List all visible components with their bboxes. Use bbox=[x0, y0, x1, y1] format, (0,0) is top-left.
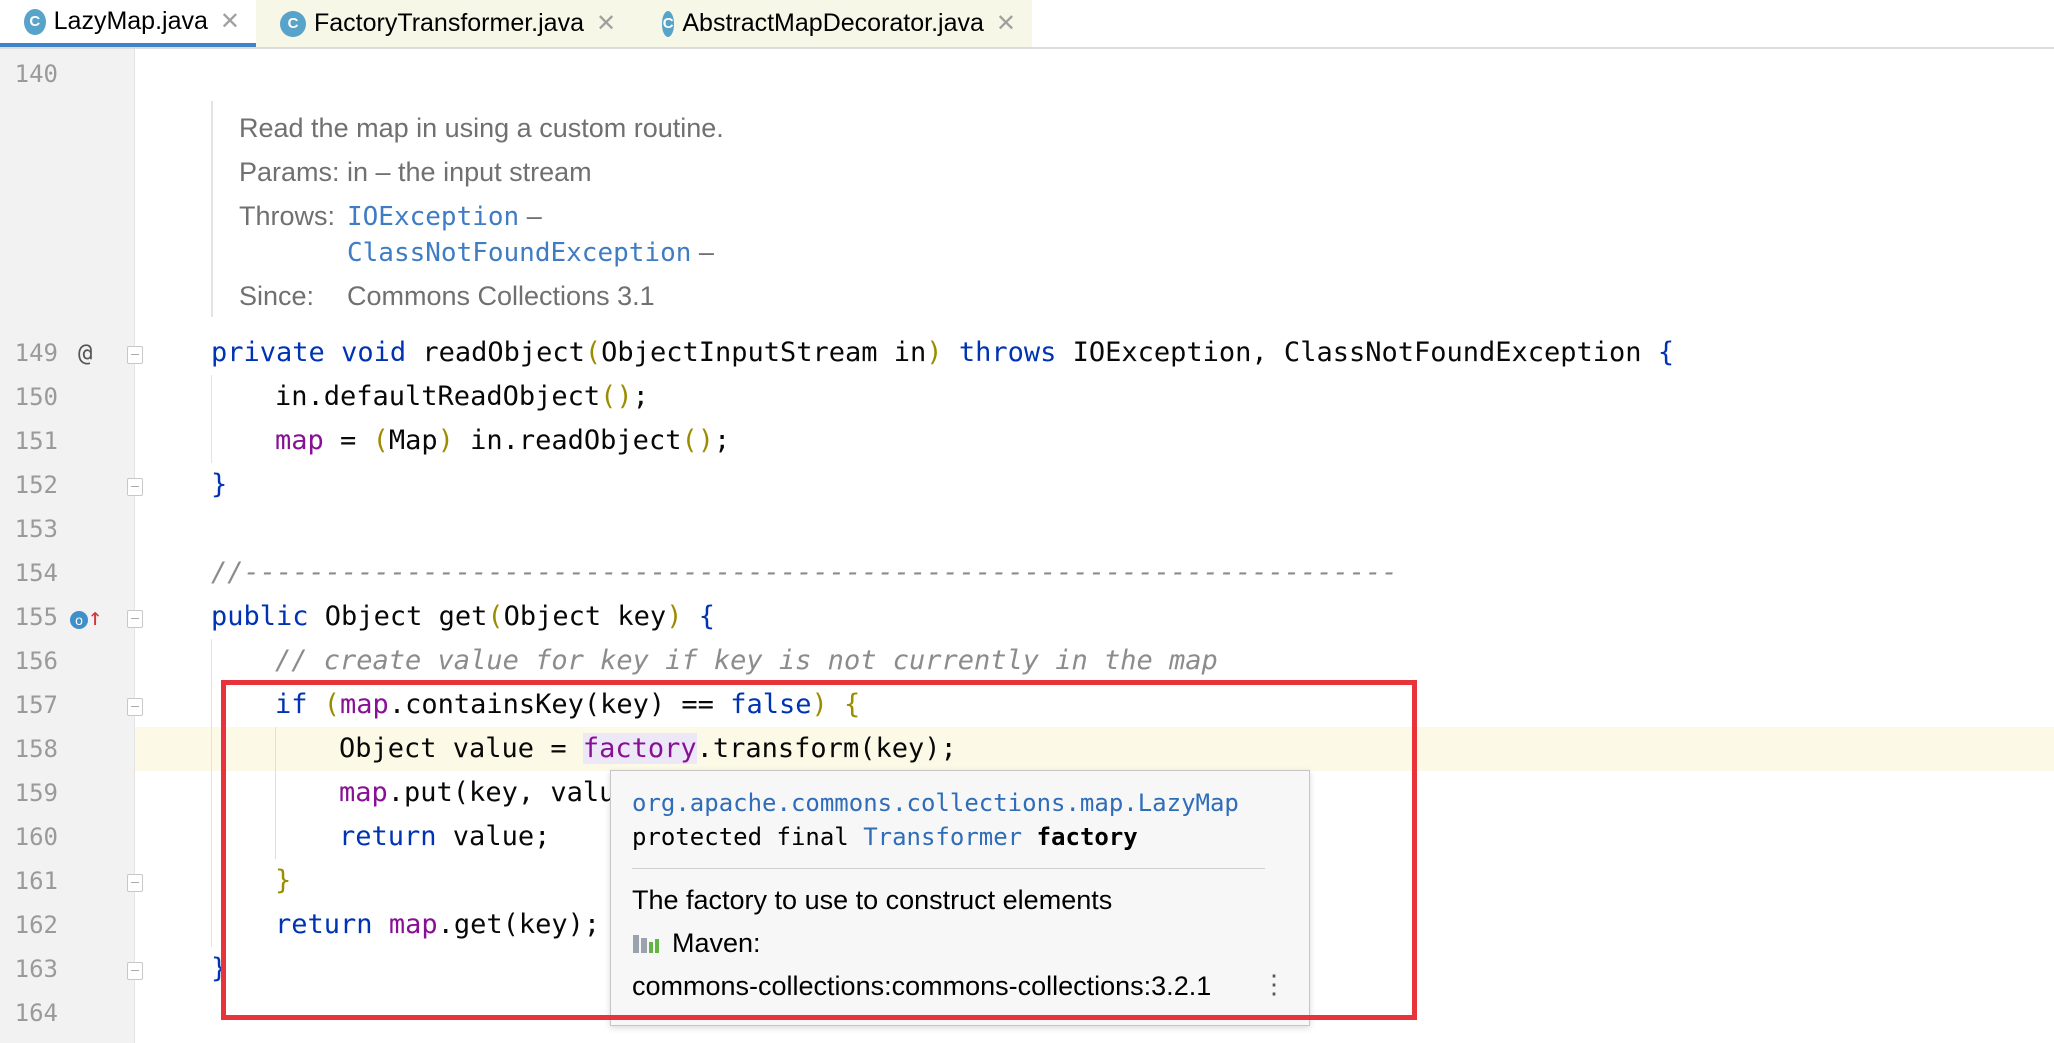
doc-since-value: Commons Collections 3.1 bbox=[347, 281, 655, 311]
tab-label: AbstractMapDecorator.java bbox=[682, 9, 984, 37]
paren: ( bbox=[372, 425, 389, 456]
fold-marker[interactable] bbox=[127, 346, 143, 364]
rendered-javadoc[interactable]: Read the map in using a custom routine. … bbox=[211, 101, 873, 317]
tab-factorytransformer[interactable]: C FactoryTransformer.java ✕ bbox=[256, 0, 638, 47]
class-icon: C bbox=[24, 8, 46, 35]
close-icon[interactable]: ✕ bbox=[220, 7, 240, 36]
keyword: throws bbox=[958, 337, 1057, 368]
line-number: 162 bbox=[14, 911, 58, 939]
line-number: 158 bbox=[14, 735, 58, 763]
tab-label: LazyMap.java bbox=[53, 7, 208, 35]
line-number: 157 bbox=[14, 691, 58, 719]
doc-params-label: Params: bbox=[239, 157, 340, 187]
line-number: 161 bbox=[14, 867, 58, 895]
doc-throws-label: Throws: bbox=[239, 201, 336, 231]
tab-label: FactoryTransformer.java bbox=[314, 9, 584, 37]
line-number: 155 bbox=[14, 603, 58, 631]
class-icon: C bbox=[662, 10, 675, 37]
doc-since-label: Since: bbox=[239, 281, 315, 311]
fold-marker[interactable] bbox=[127, 962, 143, 980]
indent-guide bbox=[211, 639, 212, 947]
line-number: 159 bbox=[14, 779, 58, 807]
line-number: 150 bbox=[14, 383, 58, 411]
paren: ) bbox=[926, 337, 943, 368]
indent-guide bbox=[211, 375, 212, 463]
paren: () bbox=[600, 381, 633, 412]
line-number: 163 bbox=[14, 955, 58, 983]
override-annotation-icon[interactable]: @ bbox=[78, 331, 92, 375]
fold-marker[interactable] bbox=[127, 610, 143, 628]
tab-lazymap[interactable]: C LazyMap.java ✕ bbox=[0, 0, 256, 47]
paren: () bbox=[681, 425, 714, 456]
paren: ( bbox=[487, 601, 504, 632]
line-number: 149 bbox=[14, 339, 58, 367]
paren: ) bbox=[437, 425, 454, 456]
code-line-151[interactable]: map = (Map) in.readObject(); bbox=[275, 419, 730, 463]
fold-marker[interactable] bbox=[127, 478, 143, 496]
tab-abstractmapdecorator[interactable]: C AbstractMapDecorator.java ✕ bbox=[638, 0, 1032, 47]
semicolon: ; bbox=[632, 381, 649, 412]
paren: ) bbox=[666, 601, 683, 632]
line-number: 140 bbox=[14, 60, 58, 88]
line-number: 160 bbox=[14, 823, 58, 851]
doc-dash: – bbox=[526, 201, 542, 231]
doc-summary: Read the map in using a custom routine. bbox=[239, 113, 724, 143]
editor-tab-bar: C LazyMap.java ✕ C FactoryTransformer.ja… bbox=[0, 0, 2054, 49]
implements-method-icon[interactable]: o ↑ bbox=[70, 595, 102, 639]
code-text: = bbox=[323, 425, 373, 456]
code-text: Object get bbox=[308, 601, 488, 632]
field-ref: map bbox=[275, 425, 324, 456]
code-line-154[interactable]: //--------------------------------------… bbox=[211, 551, 1398, 595]
doc-dash: – bbox=[698, 237, 714, 267]
brace: { bbox=[1657, 337, 1675, 368]
method-name: readObject bbox=[406, 337, 585, 368]
params: ObjectInputStream in bbox=[601, 337, 927, 368]
brace: { bbox=[698, 601, 715, 632]
close-icon[interactable]: ✕ bbox=[596, 9, 616, 38]
line-number: 154 bbox=[14, 559, 58, 587]
fold-marker[interactable] bbox=[127, 874, 143, 892]
fold-marker[interactable] bbox=[127, 698, 143, 716]
params: Object key bbox=[503, 601, 667, 632]
code-text: in.readObject bbox=[453, 425, 682, 456]
semicolon: ; bbox=[713, 425, 731, 456]
code-line-149[interactable]: private void readObject(ObjectInputStrea… bbox=[211, 331, 1674, 375]
class-icon: C bbox=[280, 10, 306, 37]
annotation-highlight-box bbox=[221, 680, 1417, 1020]
code-line-150[interactable]: in.defaultReadObject(); bbox=[275, 375, 649, 419]
code-line-152[interactable]: } bbox=[211, 463, 227, 507]
doc-params-value: in – the input stream bbox=[347, 157, 592, 187]
line-number: 152 bbox=[14, 471, 58, 499]
cast-type: Map bbox=[388, 425, 438, 456]
keyword: void bbox=[341, 337, 407, 368]
line-number: 151 bbox=[14, 427, 58, 455]
doc-throws-classnotfound-link[interactable]: ClassNotFoundException bbox=[347, 238, 691, 268]
code-line-156[interactable]: // create value for key if key is not cu… bbox=[275, 639, 1218, 683]
line-number: 153 bbox=[14, 515, 58, 543]
code-text: in.defaultReadObject bbox=[275, 381, 601, 412]
paren: ( bbox=[584, 337, 602, 368]
line-number: 164 bbox=[14, 999, 58, 1027]
line-number: 156 bbox=[14, 647, 58, 675]
doc-throws-ioexception-link[interactable]: IOException bbox=[347, 202, 519, 232]
close-icon[interactable]: ✕ bbox=[996, 9, 1016, 38]
keyword: public bbox=[211, 601, 309, 632]
code-text: IOException, ClassNotFoundException bbox=[1056, 337, 1658, 368]
keyword: private bbox=[211, 337, 325, 368]
code-line-155[interactable]: public Object get(Object key) { bbox=[211, 595, 715, 639]
